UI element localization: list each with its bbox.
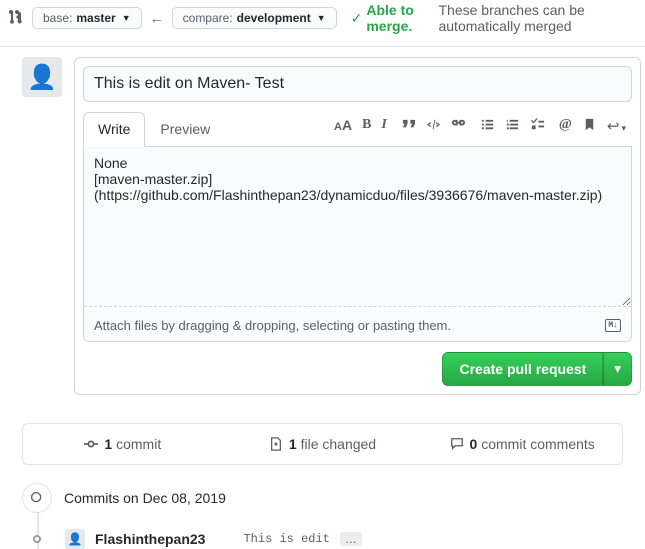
commit-author[interactable]: Flashinthepan23	[95, 531, 205, 547]
stats-bar: 1 commit 1 file changed 0 commit comment…	[22, 423, 623, 465]
bookmark-icon[interactable]	[582, 117, 597, 132]
commit-message[interactable]: This is edit	[243, 532, 329, 546]
commits-label: commit	[116, 436, 161, 452]
pr-body-textarea[interactable]	[84, 147, 631, 307]
commit-row: 👤 Flashinthepan23 This is edit …	[26, 529, 623, 549]
quote-icon[interactable]	[401, 117, 416, 132]
compare-branch: development	[237, 11, 311, 25]
comments-label: commit comments	[481, 436, 595, 452]
base-label: base:	[43, 11, 72, 25]
md-toolbar: AA B I @ ↩▾	[334, 117, 632, 141]
stat-comments[interactable]: 0 commit comments	[422, 424, 622, 464]
base-branch-select[interactable]: base: master ▼	[32, 7, 142, 29]
ol-icon[interactable]	[505, 117, 520, 132]
merge-able-text: Able to merge.	[366, 2, 434, 34]
attach-hint[interactable]: Attach files by dragging & dropping, sel…	[94, 318, 451, 333]
ul-icon[interactable]	[480, 117, 495, 132]
check-icon: ✓	[351, 10, 363, 27]
commits-date-header: Commits on Dec 08, 2019	[64, 490, 226, 506]
pr-title-input[interactable]	[83, 66, 632, 102]
tab-write[interactable]: Write	[83, 112, 145, 147]
bold-icon[interactable]: B	[362, 117, 371, 135]
commit-dot-icon	[33, 535, 41, 543]
comments-count: 0	[470, 436, 478, 452]
compare-label: compare:	[183, 11, 233, 25]
files-label: file changed	[301, 436, 377, 452]
create-pr-button[interactable]: Create pull request	[442, 352, 603, 386]
stat-files[interactable]: 1 file changed	[223, 424, 423, 464]
mention-icon[interactable]: @	[559, 117, 572, 135]
reply-icon[interactable]: ↩▾	[607, 117, 626, 135]
commit-more-button[interactable]: …	[340, 532, 362, 546]
compare-icon	[8, 9, 24, 28]
tab-preview[interactable]: Preview	[145, 112, 225, 146]
user-avatar[interactable]: 👤	[22, 57, 62, 97]
merge-status: ✓ Able to merge. These branches can be a…	[351, 2, 637, 34]
markdown-icon[interactable]: M↓	[605, 319, 621, 332]
link-icon[interactable]	[451, 117, 466, 132]
base-branch: master	[76, 11, 115, 25]
commits-timeline-icon	[22, 483, 52, 513]
italic-icon[interactable]: I	[381, 117, 386, 135]
merge-rest-text: These branches can be automatically merg…	[438, 2, 637, 34]
create-pr-dropdown[interactable]: ▾	[603, 352, 632, 386]
files-count: 1	[289, 436, 297, 452]
heading-icon[interactable]: AA	[334, 117, 352, 135]
caret-down-icon: ▼	[317, 13, 326, 23]
commit-avatar[interactable]: 👤	[65, 529, 85, 549]
pr-form: Write Preview AA B I	[74, 57, 641, 395]
caret-down-icon: ▼	[122, 13, 131, 23]
compare-branch-select[interactable]: compare: development ▼	[172, 7, 337, 29]
code-icon[interactable]	[426, 117, 441, 132]
stat-commits[interactable]: 1 commit	[23, 424, 223, 464]
arrow-left-icon: ←	[150, 10, 164, 26]
commits-count: 1	[104, 436, 112, 452]
tasklist-icon[interactable]	[530, 117, 545, 132]
